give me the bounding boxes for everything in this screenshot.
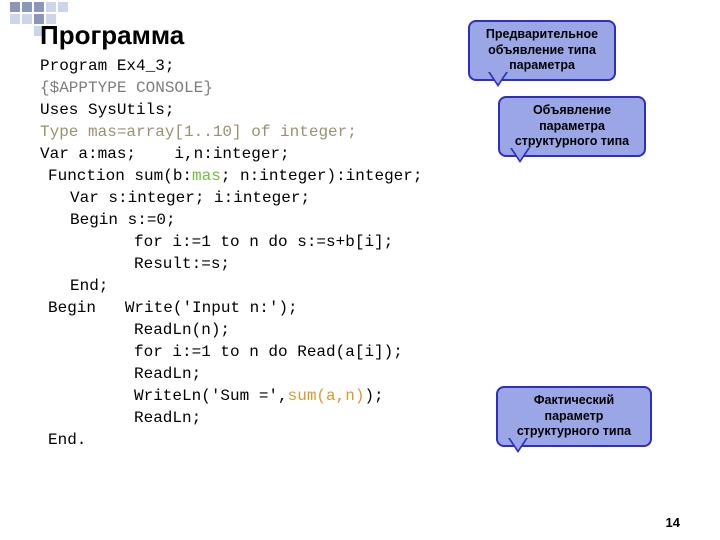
code-line: for i:=1 to n do Read(a[i]);	[40, 341, 700, 363]
code-line: Var s:integer; i:integer;	[40, 187, 700, 209]
code-line: Function sum(b:mas; n:integer):integer;	[40, 165, 700, 187]
callout-tail	[488, 72, 508, 87]
callout-tail	[508, 438, 528, 453]
code-line: End;	[40, 275, 700, 297]
page-number: 14	[666, 515, 680, 530]
code-line: Begin s:=0;	[40, 209, 700, 231]
code-line: Begin Write('Input n:');	[40, 297, 700, 319]
code-line: ReadLn(n);	[40, 319, 700, 341]
code-line: for i:=1 to n do s:=s+b[i];	[40, 231, 700, 253]
callout-tail	[510, 148, 530, 163]
code-line: Result:=s;	[40, 253, 700, 275]
code-line: ReadLn;	[40, 363, 700, 385]
